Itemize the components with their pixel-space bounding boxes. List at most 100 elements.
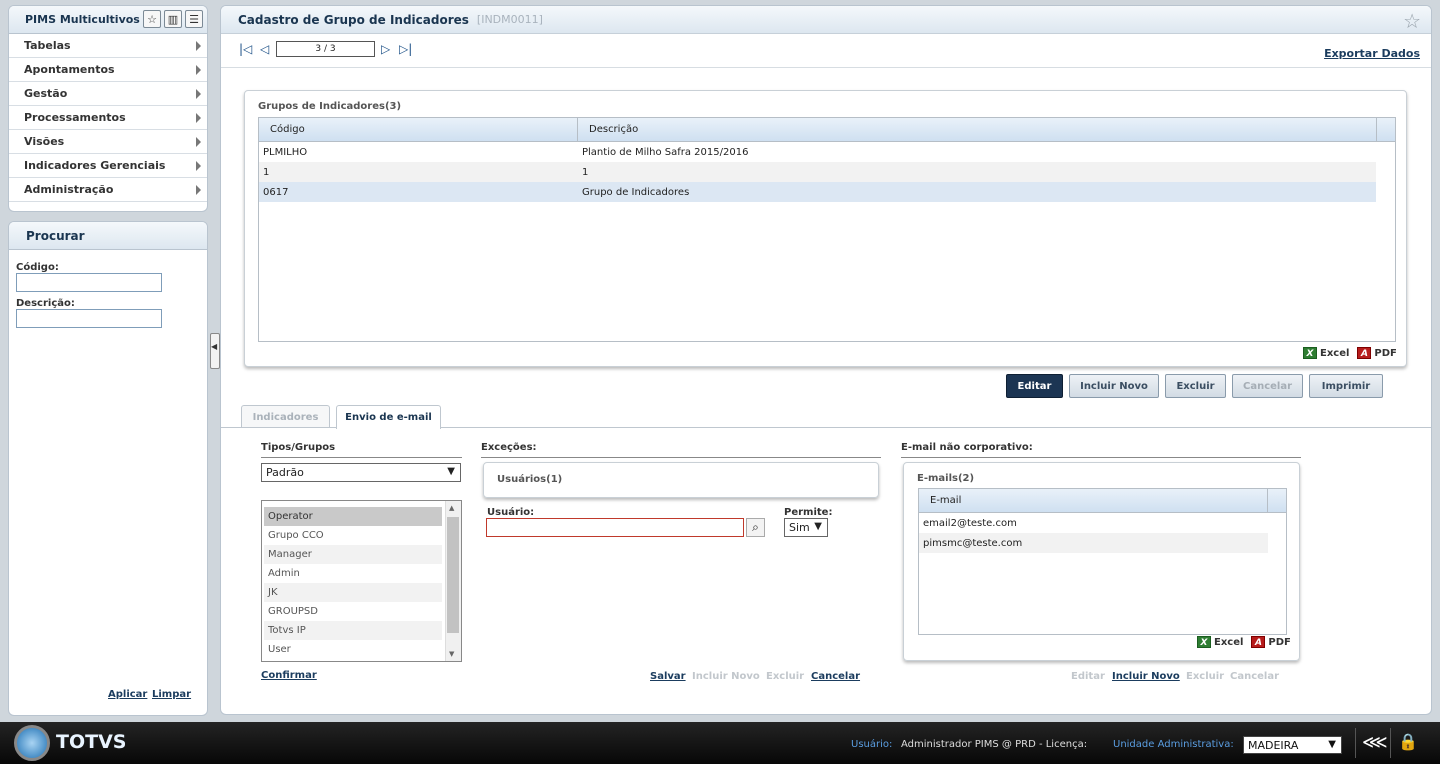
allow-value: Sim [789, 521, 810, 534]
next-record-icon[interactable]: ▷ [381, 42, 390, 56]
print-button[interactable]: Imprimir [1309, 374, 1383, 398]
scroll-up-icon[interactable]: ▲ [449, 504, 454, 512]
pdf-export[interactable]: A PDF [1357, 347, 1397, 359]
column-header-description[interactable]: Descrição [578, 118, 1377, 141]
list-item[interactable]: User [264, 640, 442, 659]
star-icon[interactable]: ☆ [143, 10, 161, 28]
table-row[interactable]: email2@teste.com [919, 513, 1268, 533]
email-add-new-link[interactable]: Incluir Novo [1112, 671, 1180, 682]
menu-item-visoes[interactable]: Visões [9, 130, 207, 154]
export-data-link[interactable]: Exportar Dados [1324, 47, 1420, 60]
description-label: Descrição: [16, 298, 75, 309]
allow-select[interactable]: Sim ▼ [784, 518, 828, 537]
cancel-button[interactable]: Cancelar [1232, 374, 1303, 398]
unit-select[interactable]: MADEIRA ▼ [1243, 736, 1342, 754]
scroll-down-icon[interactable]: ▼ [449, 650, 454, 658]
emails-grid: E-mail email2@teste.com pimsmc@teste.com [918, 488, 1287, 635]
excel-export[interactable]: X Excel [1197, 636, 1243, 648]
bar-chart-icon[interactable]: ▥ [164, 10, 182, 28]
external-email-title: E-mail não corporativo: [901, 442, 1301, 458]
add-new-button[interactable]: Incluir Novo [1069, 374, 1159, 398]
lock-icon[interactable]: 🔒 [1398, 732, 1418, 751]
edit-button[interactable]: Editar [1006, 374, 1063, 398]
first-record-icon[interactable]: |◁ [239, 42, 252, 56]
list-scrollbar[interactable]: ▲ ▼ [445, 501, 461, 661]
users-panel: Usuários(1) [483, 462, 879, 498]
code-search-input[interactable] [16, 273, 162, 292]
email-delete-link[interactable]: Excluir [1186, 671, 1224, 682]
exceptions-cancel-link[interactable]: Cancelar [811, 671, 860, 682]
chevron-right-icon [196, 185, 201, 195]
delete-button[interactable]: Excluir [1165, 374, 1226, 398]
cell-description: 1 [582, 166, 589, 178]
user-value: Administrador PIMS @ PRD - Licença: [901, 739, 1088, 750]
chevron-right-icon [196, 89, 201, 99]
page-title: Cadastro de Grupo de Indicadores [238, 12, 469, 27]
column-header-code[interactable]: Código [259, 118, 578, 141]
menu-item-tabelas[interactable]: Tabelas [9, 34, 207, 58]
app-title: PIMS Multicultivos ☆ ▥ ☰ [9, 6, 207, 34]
chevron-right-icon [196, 65, 201, 75]
clear-link[interactable]: Limpar [152, 689, 191, 700]
types-groups-select[interactable]: Padrão ▼ [261, 463, 461, 482]
cell-description: Plantio de Milho Safra 2015/2016 [582, 146, 749, 158]
menu-item-apontamentos[interactable]: Apontamentos [9, 58, 207, 82]
table-row-selected[interactable]: 0617 Grupo de Indicadores [259, 182, 1376, 202]
previous-record-icon[interactable]: ◁ [260, 42, 269, 56]
groups-panel: Grupos de Indicadores(3) Código Descriçã… [244, 90, 1407, 367]
email-edit-link[interactable]: Editar [1071, 671, 1105, 682]
exceptions-delete-link[interactable]: Excluir [766, 671, 804, 682]
pdf-export[interactable]: A PDF [1251, 636, 1291, 648]
chevron-right-icon [196, 41, 201, 51]
unit-value: MADEIRA [1248, 738, 1299, 752]
description-search-input[interactable] [16, 309, 162, 328]
dropdown-arrow-icon: ▼ [447, 466, 455, 477]
menu-item-indicadores-gerenciais[interactable]: Indicadores Gerenciais [9, 154, 207, 178]
menu-item-gestao[interactable]: Gestão [9, 82, 207, 106]
list-item[interactable]: JK [264, 583, 442, 602]
save-link[interactable]: Salvar [650, 671, 686, 682]
star-icon[interactable]: ☆ [1403, 9, 1421, 33]
collapse-sidebar-handle[interactable]: ◀ [210, 333, 220, 369]
cell-email: email2@teste.com [923, 517, 1017, 529]
list-item[interactable]: Manager [264, 545, 442, 564]
email-cancel-link[interactable]: Cancelar [1230, 671, 1279, 682]
page-indicator[interactable]: 3 / 3 [276, 41, 375, 57]
grid-header: Código Descrição [259, 118, 1395, 142]
totvs-logo-icon [14, 725, 50, 761]
table-row[interactable]: PLMILHO Plantio de Milho Safra 2015/2016 [259, 142, 1376, 162]
share-icon[interactable]: ⋘ [1362, 732, 1388, 753]
list-item[interactable]: Admin [264, 564, 442, 583]
cell-code: 1 [263, 166, 270, 178]
search-panel: Procurar Código: Descrição: Aplicar Limp… [8, 221, 208, 716]
table-row[interactable]: pimsmc@teste.com [919, 533, 1268, 553]
users-title: Usuários(1) [497, 474, 563, 485]
tab-email[interactable]: Envio de e-mail [336, 405, 441, 429]
scroll-thumb[interactable] [447, 517, 459, 633]
types-list[interactable]: Operator Grupo CCO Manager Admin JK GROU… [261, 500, 462, 662]
list-item[interactable]: GROUPSD [264, 602, 442, 621]
last-record-icon[interactable]: ▷| [399, 42, 412, 56]
chevron-left-icon: ◀ [211, 342, 218, 351]
emails-export-links: X Excel A PDF [1197, 636, 1291, 648]
pdf-icon: A [1251, 636, 1266, 648]
tab-indicators[interactable]: Indicadores [241, 405, 330, 428]
list-item[interactable]: Grupo CCO [264, 526, 442, 545]
exceptions-add-new-link[interactable]: Incluir Novo [692, 671, 760, 682]
page-header: Cadastro de Grupo de Indicadores [INDM00… [221, 6, 1431, 34]
confirm-link[interactable]: Confirmar [261, 670, 317, 681]
list-item[interactable]: Totvs IP [264, 621, 442, 640]
excel-export[interactable]: X Excel [1303, 347, 1349, 359]
user-input[interactable] [486, 518, 744, 537]
magnifier-icon[interactable]: ⌕ [746, 518, 765, 537]
list-icon[interactable]: ☰ [185, 10, 203, 28]
apply-link[interactable]: Aplicar [108, 689, 147, 700]
cell-code: 0617 [263, 186, 289, 198]
column-header-email[interactable]: E-mail [919, 489, 1268, 512]
menu-item-processamentos[interactable]: Processamentos [9, 106, 207, 130]
table-row[interactable]: 1 1 [259, 162, 1376, 182]
menu-item-administracao[interactable]: Administração [9, 178, 207, 202]
chevron-right-icon [196, 137, 201, 147]
list-item[interactable]: Operator [264, 507, 442, 526]
dropdown-arrow-icon: ▼ [814, 521, 822, 532]
